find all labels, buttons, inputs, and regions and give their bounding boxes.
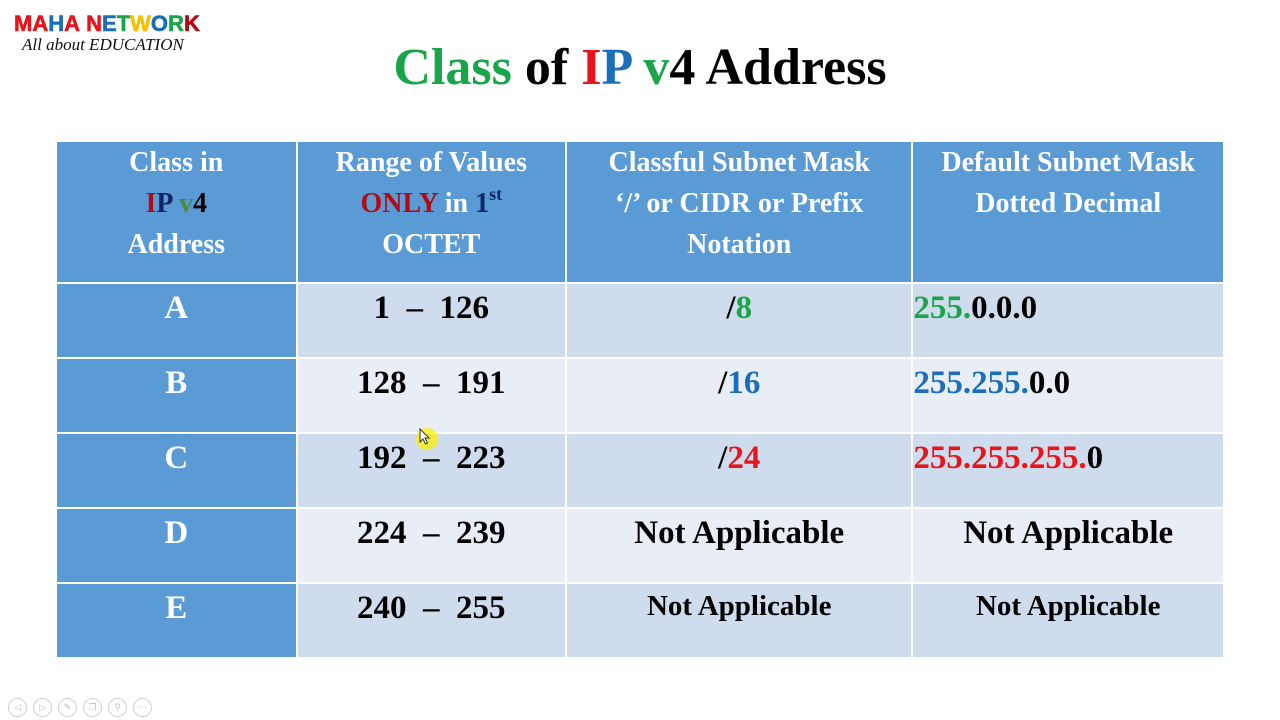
logo-letter: K — [183, 11, 200, 36]
ip-4: 4 — [192, 188, 207, 219]
pointer-icon — [419, 428, 431, 445]
cidr-cell: Not Applicable — [565, 582, 914, 659]
mask-cell: 255.0.0.0 — [911, 282, 1225, 359]
mask-cell: 255.255.0.0 — [911, 357, 1225, 434]
mask-host-part: 0.0 — [1028, 365, 1071, 401]
ip-i: I — [145, 188, 157, 219]
header-range-line2: ONLY in 1st — [298, 183, 566, 224]
slideshow-controls: ◁ ▷ ✎ ❐ ⚲ ⋯ — [8, 698, 152, 717]
only-word: ONLY — [360, 188, 438, 219]
header-cidr-line2: ‘/’ or CIDR or Prefix — [615, 188, 864, 219]
table-row-class-d: D 224 – 239 Not Applicable Not Applicabl… — [55, 507, 1225, 584]
title-part: of — [511, 39, 582, 96]
class-cell: C — [55, 432, 298, 509]
logo-letter: H — [48, 11, 65, 36]
header-range: Range of Values ONLY in 1st OCTET — [295, 140, 568, 284]
ip-p: P — [156, 188, 172, 219]
header-dotted-line2: Dotted Decimal — [975, 188, 1162, 219]
header-dotted: Default Subnet Mask Dotted Decimal — [911, 140, 1225, 284]
table-row-class-a: A 1 – 126 /8 255.0.0.0 — [55, 282, 1225, 359]
title-part: Class — [393, 39, 512, 96]
mouse-cursor-highlight — [416, 428, 438, 450]
cidr-slash: / — [718, 440, 728, 476]
pen-icon[interactable]: ✎ — [58, 698, 77, 717]
title-part: v — [630, 39, 670, 96]
header-class-line1: Class in — [129, 147, 224, 178]
header-class-line3: Address — [127, 229, 225, 260]
header-range-line3: OCTET — [382, 229, 481, 260]
range-cell: 224 – 239 — [295, 507, 568, 584]
mask-cell: Not Applicable — [911, 507, 1225, 584]
slide-sorter-icon[interactable]: ❐ — [83, 698, 102, 717]
logo-letter: M — [14, 11, 33, 36]
cidr-slash: / — [718, 365, 728, 401]
header-range-line1: Range of Values — [335, 147, 527, 178]
range-cell: 240 – 255 — [295, 582, 568, 659]
cidr-bits: 8 — [735, 290, 753, 326]
logo-letter: O — [150, 11, 169, 36]
header-cidr-line1: Classful Subnet Mask — [608, 147, 870, 178]
logo-letter: W — [130, 11, 151, 36]
cidr-cell: /24 — [565, 432, 914, 509]
logo-letter: T — [116, 11, 131, 36]
cidr-cell: /8 — [565, 282, 914, 359]
header-class: Class in IP v4 Address — [55, 140, 298, 284]
mask-cell: Not Applicable — [911, 582, 1225, 659]
mask-host-part: 0.0.0 — [971, 290, 1038, 326]
first-number: 1 — [475, 188, 490, 219]
logo-letter: N — [86, 11, 103, 36]
logo-letter: R — [168, 11, 184, 36]
title-part: 4 Address — [669, 39, 887, 96]
table-row-class-b: B 128 – 191 /16 255.255.0.0 — [55, 357, 1225, 434]
header-cidr-line3: Notation — [687, 229, 792, 260]
ordinal-suffix: st — [489, 183, 503, 204]
mask-network-part: 255. — [913, 290, 972, 326]
logo-letter: E — [102, 11, 117, 36]
title-part: I — [581, 39, 602, 96]
table-row-class-e: E 240 – 255 Not Applicable Not Applicabl… — [55, 582, 1225, 659]
cidr-bits: 24 — [727, 440, 761, 476]
header-dotted-line1: Default Subnet Mask — [941, 147, 1195, 178]
title-part: P — [601, 39, 631, 96]
mask-network-part: 255.255. — [913, 365, 1029, 401]
logo-letter: A — [64, 11, 80, 36]
ip-v: v — [171, 188, 193, 219]
cidr-slash: / — [726, 290, 736, 326]
class-cell: D — [55, 507, 298, 584]
table-row-class-c: C 192 – 223 /24 255.255.255.0 — [55, 432, 1225, 509]
in-word: in — [437, 188, 476, 219]
ip-class-table: Class in IP v4 Address Range of Values O… — [55, 140, 1225, 659]
mask-cell: 255.255.255.0 — [911, 432, 1225, 509]
mask-host-part: 0 — [1086, 440, 1104, 476]
slide-title: Class of IP v4 Address — [0, 36, 1280, 100]
class-cell: E — [55, 582, 298, 659]
header-class-line2: IP v4 — [57, 183, 296, 224]
next-slide-icon[interactable]: ▷ — [33, 698, 52, 717]
header-cidr: Classful Subnet Mask ‘/’ or CIDR or Pref… — [565, 140, 914, 284]
cidr-cell: Not Applicable — [565, 507, 914, 584]
more-options-icon[interactable]: ⋯ — [133, 698, 152, 717]
table-header-row: Class in IP v4 Address Range of Values O… — [55, 140, 1225, 284]
cidr-cell: /16 — [565, 357, 914, 434]
logo-brand: MAHA NETWORK — [14, 11, 234, 36]
class-cell: A — [55, 282, 298, 359]
logo-letter: A — [32, 11, 49, 36]
mask-network-part: 255.255.255. — [913, 440, 1087, 476]
previous-slide-icon[interactable]: ◁ — [8, 698, 27, 717]
zoom-icon[interactable]: ⚲ — [108, 698, 127, 717]
class-cell: B — [55, 357, 298, 434]
cidr-bits: 16 — [727, 365, 761, 401]
range-cell: 128 – 191 — [295, 357, 568, 434]
range-cell: 1 – 126 — [295, 282, 568, 359]
